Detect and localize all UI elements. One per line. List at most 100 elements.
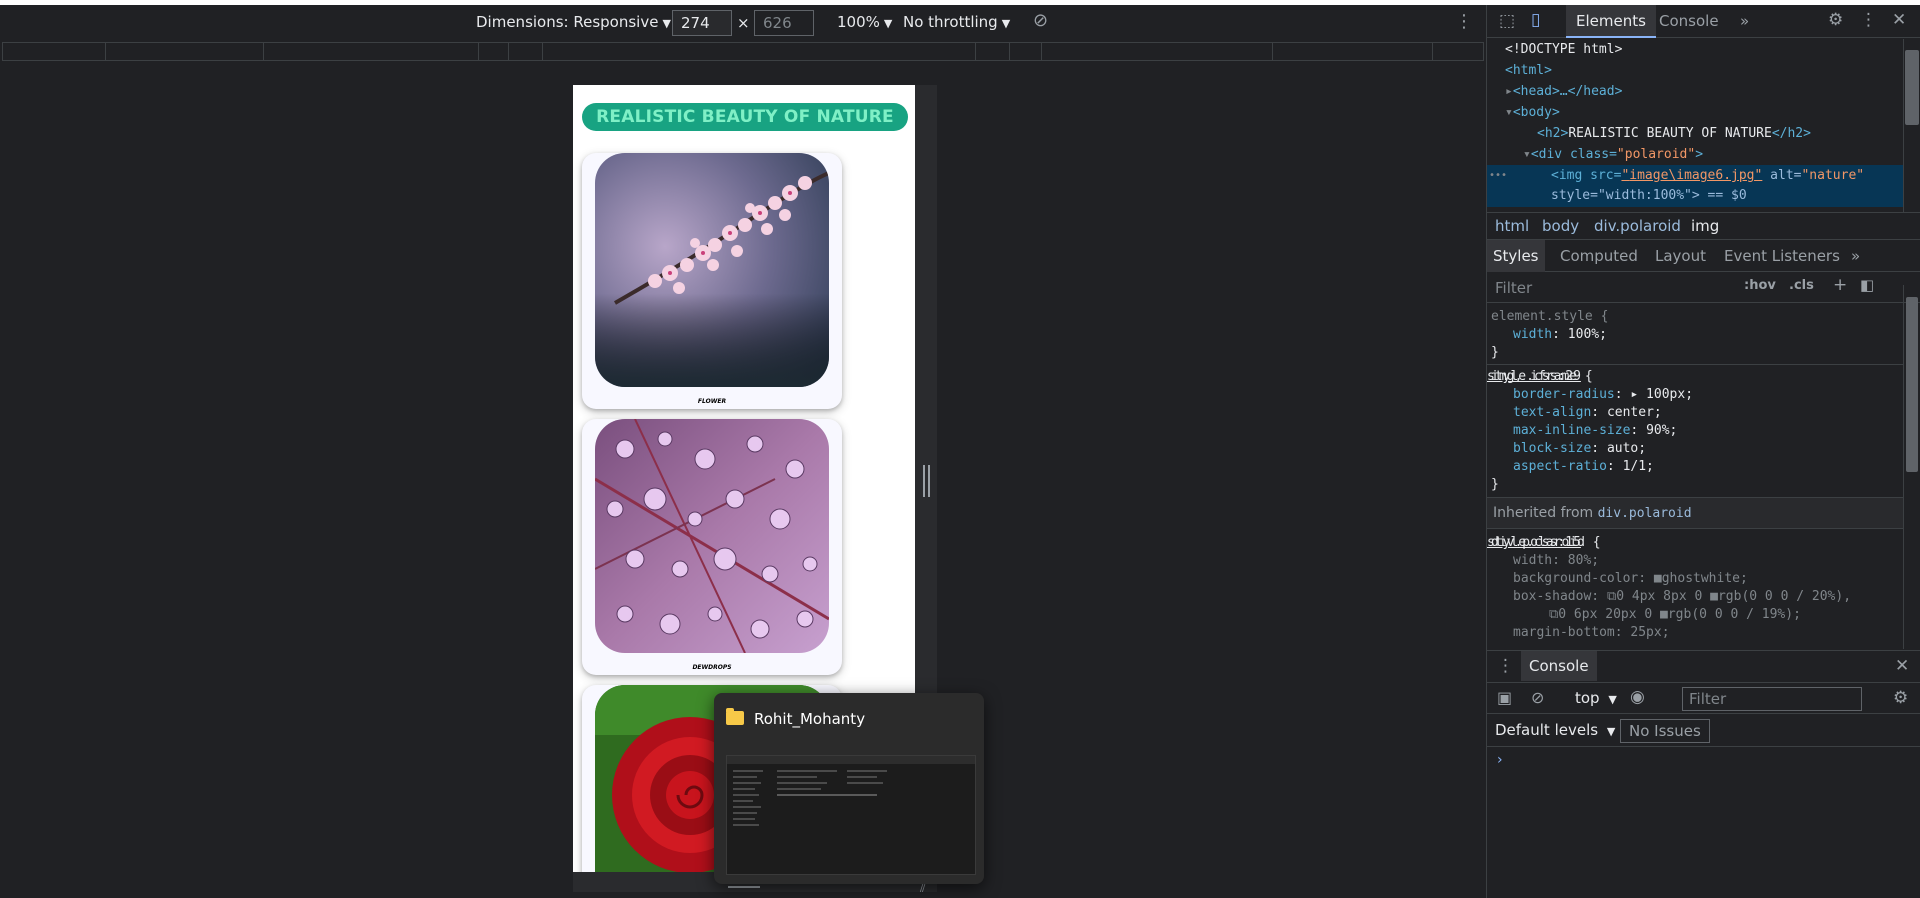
eye-icon[interactable]: ◉ bbox=[1630, 687, 1645, 707]
style-declaration[interactable]: box-shadow: ⧉0 4px 8px 0 ■rgb(0 0 0 / 20… bbox=[1513, 588, 1851, 606]
polaroid-card: DEWDROPS bbox=[582, 419, 842, 675]
style-declaration[interactable]: max-inline-size: 90%; bbox=[1513, 422, 1677, 440]
default-levels-dropdown[interactable]: Default levels ▼ bbox=[1495, 721, 1615, 739]
breadcrumb-html[interactable]: html bbox=[1495, 213, 1529, 239]
collapse-triangle-icon[interactable]: ▾ bbox=[1523, 147, 1531, 162]
console-settings-gear-icon[interactable]: ⚙ bbox=[1893, 688, 1908, 708]
dom-scroll-thumb[interactable] bbox=[1905, 50, 1919, 125]
chevron-down-icon: ▼ bbox=[1606, 725, 1616, 738]
taskbar-window-preview[interactable]: Rohit_Mohanty bbox=[714, 693, 984, 884]
more-subtabs-icon[interactable]: » bbox=[1845, 240, 1866, 272]
chevron-down-icon: ▼ bbox=[662, 17, 671, 30]
toggle-sidebar-icon[interactable]: ◧ bbox=[1860, 276, 1874, 294]
context-dropdown[interactable]: top ▼ bbox=[1575, 689, 1617, 707]
times-sign: × bbox=[737, 14, 750, 32]
console-toolbar: ▣ ⊘ top ▼ ◉ Filter ⚙ bbox=[1487, 682, 1920, 714]
tab-console-drawer[interactable]: Console bbox=[1521, 651, 1597, 681]
breadcrumb-div[interactable]: div.polaroid bbox=[1594, 213, 1681, 239]
style-declaration[interactable]: background-color: ■ghostwhite; bbox=[1513, 570, 1748, 588]
dom-h2[interactable]: <h2>REALISTIC BEAUTY OF NATURE</h2> bbox=[1487, 123, 1905, 144]
style-declaration[interactable]: text-align: center; bbox=[1513, 404, 1662, 422]
rule-selector[interactable]: element.style { bbox=[1491, 308, 1608, 326]
settings-gear-icon[interactable]: ⚙ bbox=[1828, 10, 1843, 30]
tab-elements[interactable]: Elements bbox=[1566, 5, 1656, 38]
style-declaration[interactable]: border-radius: ▸ 100px; bbox=[1513, 386, 1693, 404]
devtools-main-tabs: ⬚ ▯ Elements Console » ⚙ ⋮ ✕ bbox=[1487, 5, 1920, 38]
console-prompt-icon[interactable]: › bbox=[1497, 752, 1503, 768]
dimensions-label: Dimensions: Responsive bbox=[476, 13, 659, 31]
throttling-dropdown[interactable]: No throttling ▼ bbox=[903, 13, 1010, 31]
collapse-triangle-icon[interactable]: ▾ bbox=[1505, 105, 1513, 120]
close-drawer-icon[interactable]: ✕ bbox=[1895, 656, 1909, 676]
style-declaration[interactable]: block-size: auto; bbox=[1513, 440, 1646, 458]
sidebar-toggle-icon[interactable]: ▣ bbox=[1497, 688, 1512, 707]
style-declaration[interactable]: margin-bottom: 25px; bbox=[1513, 624, 1670, 642]
dom-div-polaroid[interactable]: ▾<div class="polaroid"> bbox=[1487, 144, 1905, 165]
hov-toggle[interactable]: :hov bbox=[1744, 278, 1776, 293]
inspect-element-icon[interactable]: ⬚ bbox=[1499, 11, 1515, 31]
tab-layout[interactable]: Layout bbox=[1649, 240, 1712, 272]
breadcrumb-body[interactable]: body bbox=[1542, 213, 1579, 239]
width-input[interactable]: 274 bbox=[672, 10, 732, 36]
folder-icon bbox=[726, 708, 744, 725]
dom-img-selected[interactable]: ••• <img src="image\image6.jpg" alt="nat… bbox=[1487, 165, 1905, 207]
page-heading: REALISTIC BEAUTY OF NATURE bbox=[582, 103, 908, 131]
inherited-from-link[interactable]: div.polaroid bbox=[1598, 506, 1692, 521]
clear-console-icon[interactable]: ⊘ bbox=[1531, 688, 1544, 707]
height-input[interactable]: 626 bbox=[754, 10, 814, 36]
dom-doctype[interactable]: <!DOCTYPE html> bbox=[1487, 39, 1905, 60]
drawer-menu-icon[interactable]: ⋮ bbox=[1497, 656, 1514, 676]
chevron-down-icon: ▼ bbox=[1608, 693, 1617, 706]
console-levels-row: Default levels ▼ No Issues bbox=[1487, 715, 1920, 747]
new-rule-icon[interactable]: + bbox=[1833, 275, 1847, 295]
dom-head[interactable]: ▸<head>…</head> bbox=[1487, 81, 1905, 102]
close-icon[interactable]: ✕ bbox=[1892, 10, 1906, 30]
source-link[interactable]: style.css:29 bbox=[1487, 368, 1901, 386]
tab-event-listeners[interactable]: Event Listeners bbox=[1718, 240, 1846, 272]
dewdrops-image bbox=[595, 419, 829, 653]
tab-console[interactable]: Console bbox=[1649, 5, 1729, 38]
dom-body[interactable]: ▾<body> bbox=[1487, 102, 1905, 123]
console-filter-input[interactable]: Filter bbox=[1682, 687, 1862, 711]
styles-subtabs: Styles Computed Layout Event Listeners » bbox=[1487, 240, 1920, 272]
more-options-icon[interactable]: ⋮ bbox=[1860, 10, 1877, 30]
breadcrumb-img[interactable]: img bbox=[1691, 213, 1719, 239]
rule-close: } bbox=[1491, 477, 1499, 492]
zoom-dropdown[interactable]: 100% ▼ bbox=[837, 13, 892, 31]
dimensions-dropdown[interactable]: Dimensions: Responsive ▼ bbox=[476, 13, 671, 31]
media-query-bar[interactable] bbox=[2, 42, 1484, 61]
more-options-icon[interactable]: ⋮ bbox=[1455, 11, 1473, 32]
rotate-icon[interactable]: ⊘ bbox=[1033, 10, 1048, 31]
card-caption: DEWDROPS bbox=[692, 664, 732, 671]
dom-tree[interactable]: <!DOCTYPE html> <html> ▸<head>…</head> ▾… bbox=[1487, 39, 1905, 212]
expand-triangle-icon[interactable]: ▸ bbox=[1505, 84, 1513, 99]
styles-filter-input[interactable]: Filter bbox=[1491, 276, 1731, 300]
styles-filter-row: Filter :hov .cls + ◧ bbox=[1487, 273, 1920, 303]
style-declaration-continued: ⧉0 6px 20px 0 ■rgb(0 0 0 / 19%); bbox=[1549, 607, 1801, 622]
issues-button[interactable]: No Issues bbox=[1620, 719, 1710, 743]
chevron-down-icon: ▼ bbox=[1001, 17, 1011, 30]
zoom-label: 100% bbox=[837, 13, 880, 31]
devtools-panel: ⬚ ▯ Elements Console » ⚙ ⋮ ✕ <!DOCTYPE h… bbox=[1486, 5, 1920, 898]
dom-html[interactable]: <html> bbox=[1487, 60, 1905, 81]
resize-handle-icon[interactable] bbox=[923, 465, 930, 497]
style-declaration[interactable]: width: 80%; bbox=[1513, 552, 1599, 570]
rule-close: } bbox=[1491, 345, 1499, 360]
preview-title: Rohit_Mohanty bbox=[754, 710, 866, 728]
ellipsis-icon[interactable]: ••• bbox=[1489, 165, 1507, 186]
breadcrumb: html body div.polaroid img bbox=[1487, 212, 1920, 240]
source-link[interactable]: style.css:15 bbox=[1487, 534, 1901, 552]
more-tabs-icon[interactable]: » bbox=[1730, 5, 1759, 38]
tab-computed[interactable]: Computed bbox=[1554, 240, 1644, 272]
throttling-label: No throttling bbox=[903, 13, 998, 31]
tab-styles[interactable]: Styles bbox=[1487, 240, 1545, 272]
card-caption: FLOWER bbox=[697, 398, 727, 405]
style-declaration[interactable]: aspect-ratio: 1/1; bbox=[1513, 458, 1654, 476]
style-declaration[interactable]: width: 100%; bbox=[1513, 326, 1607, 344]
styles-pane: element.style { width: 100%; } img, ifra… bbox=[1487, 304, 1903, 649]
bottom-resize-handle-icon[interactable] bbox=[728, 886, 760, 888]
cls-toggle[interactable]: .cls bbox=[1789, 278, 1814, 293]
device-toolbar-icon[interactable]: ▯ bbox=[1531, 10, 1540, 30]
styles-scroll-thumb[interactable] bbox=[1906, 297, 1918, 472]
chevron-down-icon: ▼ bbox=[883, 17, 893, 30]
